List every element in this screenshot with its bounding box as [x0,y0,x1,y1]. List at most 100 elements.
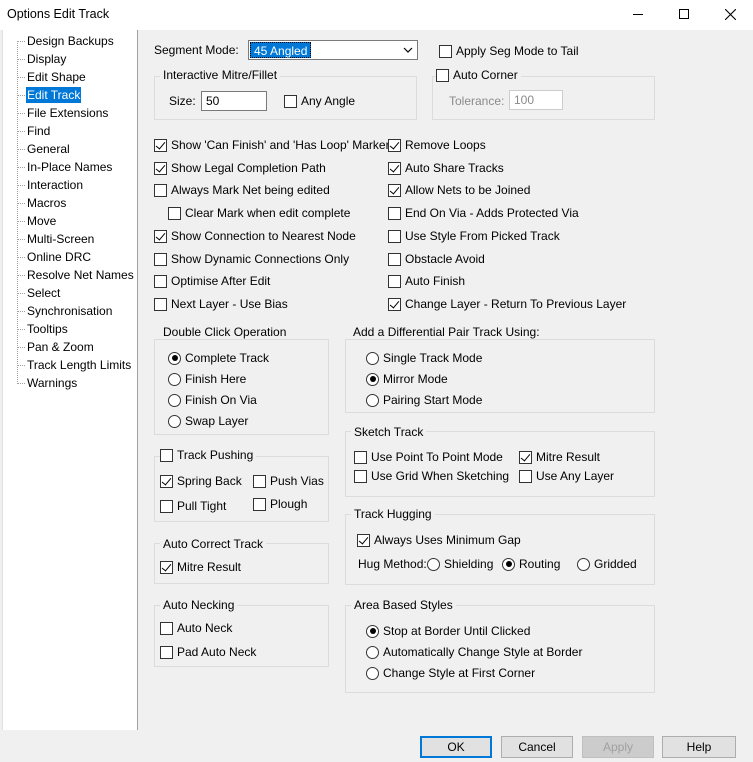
ok-button[interactable]: OK [420,736,492,758]
size-input[interactable]: 50 [201,91,267,111]
radio-button[interactable] [366,645,379,659]
spring-back-checkbox[interactable]: Spring Back [160,473,242,489]
min-gap-checkbox[interactable]: Always Uses Minimum Gap [357,532,521,548]
option-checkbox[interactable]: Change Layer - Return To Previous Layer [388,296,626,312]
checkbox-box[interactable] [388,297,401,311]
tree-item[interactable]: In-Place Names [26,159,113,175]
checkbox-box[interactable] [253,497,266,511]
radio-option[interactable]: Automatically Change Style at Border [366,644,582,660]
option-checkbox[interactable]: Show Connection to Nearest Node [154,228,356,244]
radio-option[interactable]: Stop at Border Until Clicked [366,623,530,639]
radio-button[interactable] [366,666,379,680]
tree-item[interactable]: Track Length Limits [26,357,132,373]
radio-button[interactable] [502,557,515,571]
checkbox-box[interactable] [168,206,181,220]
tree-item[interactable]: Warnings [26,375,78,391]
tree-item[interactable]: Tooltips [26,321,69,337]
checkbox-box[interactable] [154,229,167,243]
checkbox-box[interactable] [388,161,401,175]
option-checkbox[interactable]: Obstacle Avoid [388,251,485,267]
pad-auto-neck-checkbox[interactable]: Pad Auto Neck [160,644,256,660]
radio-button[interactable] [366,624,379,638]
checkbox-box[interactable] [439,44,452,58]
option-checkbox[interactable]: Auto Share Tracks [388,160,504,176]
checkbox-box[interactable] [519,469,532,483]
options-tree[interactable]: Design Backups Display Edit Shape Edit Trac… [2,30,138,730]
checkbox-box[interactable] [253,474,266,488]
tree-item[interactable]: Find [26,123,51,139]
radio-button[interactable] [168,414,181,428]
radio-option[interactable]: Complete Track [168,350,269,366]
checkbox-box[interactable] [519,450,532,464]
radio-button[interactable] [168,393,181,407]
radio-option[interactable]: Finish On Via [168,392,257,408]
plough-checkbox[interactable]: Plough [253,496,307,512]
checkbox-box[interactable] [388,183,401,197]
maximize-button[interactable] [661,0,707,28]
radio-button[interactable] [577,557,590,571]
tree-item[interactable]: Resolve Net Names [26,267,135,283]
tolerance-input[interactable]: 100 [509,90,563,110]
radio-option[interactable]: Swap Layer [168,413,248,429]
use-grid-checkbox[interactable]: Use Grid When Sketching [354,468,509,484]
apply-seg-mode-tail-checkbox[interactable]: Apply Seg Mode to Tail [439,43,579,59]
pull-tight-checkbox[interactable]: Pull Tight [160,498,226,514]
help-button[interactable]: Help [662,736,736,758]
checkbox-box[interactable] [160,499,173,513]
any-angle-checkbox[interactable]: Any Angle [284,93,355,109]
option-checkbox[interactable]: Show Dynamic Connections Only [154,251,349,267]
tree-item[interactable]: Macros [26,195,67,211]
tree-item[interactable]: Select [26,285,61,301]
tree-item[interactable]: Multi-Screen [26,231,95,247]
checkbox-box[interactable] [436,68,449,82]
option-checkbox[interactable]: End On Via - Adds Protected Via [388,205,579,221]
checkbox-box[interactable] [354,469,367,483]
radio-option[interactable]: Single Track Mode [366,350,482,366]
checkbox-box[interactable] [160,645,173,659]
apply-button[interactable]: Apply [582,736,654,758]
option-checkbox[interactable]: Optimise After Edit [154,273,270,289]
tree-item[interactable]: Pan & Zoom [26,339,95,355]
segment-mode-dropdown[interactable]: 45 Angled [248,40,418,60]
option-checkbox[interactable]: Allow Nets to be Joined [388,182,530,198]
checkbox-box[interactable] [154,252,167,266]
option-checkbox[interactable]: Auto Finish [388,273,465,289]
checkbox-box[interactable] [160,621,173,635]
tree-item[interactable]: File Extensions [26,105,109,121]
tree-item[interactable]: Display [26,51,67,67]
radio-button[interactable] [168,351,181,365]
checkbox-box[interactable] [154,161,167,175]
tree-item[interactable]: Move [26,213,57,229]
checkbox-box[interactable] [388,138,401,152]
auto-correct-mitre-checkbox[interactable]: Mitre Result [160,559,241,575]
checkbox-box[interactable] [354,450,367,464]
checkbox-box[interactable] [388,274,401,288]
checkbox-box[interactable] [160,448,173,462]
radio-button[interactable] [366,372,379,386]
radio-option[interactable]: Finish Here [168,371,246,387]
checkbox-box[interactable] [388,252,401,266]
checkbox-box[interactable] [154,138,167,152]
option-checkbox[interactable]: Use Style From Picked Track [388,228,560,244]
radio-option[interactable]: Mirror Mode [366,371,448,387]
radio-option[interactable]: Routing [502,556,560,572]
radio-option[interactable]: Gridded [577,556,637,572]
checkbox-box[interactable] [388,229,401,243]
radio-option[interactable]: Shielding [427,556,493,572]
option-checkbox[interactable]: Show Legal Completion Path [154,160,326,176]
radio-button[interactable] [168,372,181,386]
sketch-mitre-result-checkbox[interactable]: Mitre Result [519,449,600,465]
tree-item[interactable]: General [26,141,71,157]
tree-item[interactable]: Online DRC [26,249,92,265]
auto-neck-checkbox[interactable]: Auto Neck [160,620,232,636]
option-checkbox[interactable]: Clear Mark when edit complete [168,205,350,221]
any-layer-checkbox[interactable]: Use Any Layer [519,468,614,484]
checkbox-box[interactable] [154,274,167,288]
radio-option[interactable]: Pairing Start Mode [366,392,482,408]
radio-button[interactable] [366,351,379,365]
checkbox-box[interactable] [284,94,297,108]
minimize-button[interactable] [615,0,661,28]
point-to-point-checkbox[interactable]: Use Point To Point Mode [354,449,503,465]
option-checkbox[interactable]: Always Mark Net being edited [154,182,330,198]
track-pushing-checkbox[interactable]: Track Pushing [160,447,257,463]
